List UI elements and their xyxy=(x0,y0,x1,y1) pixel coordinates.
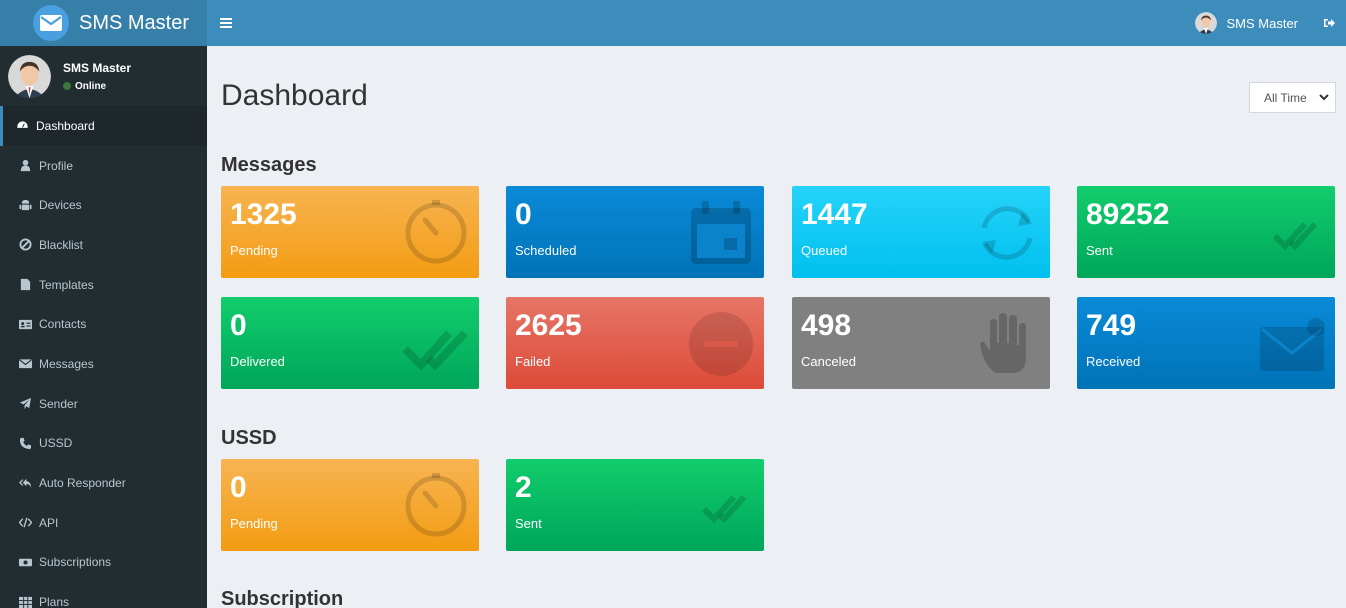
sidebar-item-subscriptions[interactable]: Subscriptions xyxy=(0,543,207,583)
hand-stop-icon xyxy=(972,309,1042,379)
sidebar-item-plans[interactable]: Plans xyxy=(0,582,207,608)
page-title: Dashboard xyxy=(221,79,368,112)
money-icon xyxy=(18,555,32,569)
phone-icon xyxy=(18,436,32,450)
stat-tile-pending[interactable]: 1325 Pending xyxy=(221,186,479,278)
sidebar-user-panel: SMS Master Online xyxy=(0,46,207,106)
subscription-section-title: Subscription xyxy=(221,588,344,608)
brand-logo[interactable]: SMS Master xyxy=(0,0,207,46)
ussd-tile-sent[interactable]: 2 Sent xyxy=(506,459,764,551)
sidebar: SMS Master Online Dashboard Profile Devi… xyxy=(0,46,207,608)
sign-out-icon[interactable] xyxy=(1312,0,1346,46)
stat-tile-scheduled[interactable]: 0 Scheduled xyxy=(506,186,764,278)
double-check-icon xyxy=(1257,198,1327,268)
sidebar-item-auto-responder[interactable]: Auto Responder xyxy=(0,463,207,503)
sidebar-item-profile[interactable]: Profile xyxy=(0,146,207,186)
paper-plane-icon xyxy=(18,397,32,411)
online-dot-icon xyxy=(63,82,71,90)
menu-toggle-icon[interactable] xyxy=(207,0,245,46)
stat-tile-queued[interactable]: 1447 Queued xyxy=(792,186,1050,278)
double-check-icon xyxy=(686,471,756,541)
stat-tile-failed[interactable]: 2625 Failed xyxy=(506,297,764,389)
chevron-down-icon xyxy=(1319,91,1329,106)
double-check-icon xyxy=(401,309,471,379)
sidebar-item-messages[interactable]: Messages xyxy=(0,344,207,384)
avatar xyxy=(8,54,51,98)
ussd-section-title: USSD xyxy=(221,427,277,449)
avatar xyxy=(1195,12,1218,34)
android-icon xyxy=(18,198,32,212)
sidebar-item-blacklist[interactable]: Blacklist xyxy=(0,225,207,265)
app-title: SMS Master xyxy=(79,11,190,34)
top-navbar: SMS Master xyxy=(207,0,1346,46)
sidebar-item-devices[interactable]: Devices xyxy=(0,185,207,225)
sidebar-item-dashboard[interactable]: Dashboard xyxy=(0,106,207,146)
sidebar-item-contacts[interactable]: Contacts xyxy=(0,304,207,344)
table-icon xyxy=(18,595,32,608)
ban-icon xyxy=(18,238,32,252)
time-range-select[interactable]: All Time xyxy=(1249,82,1336,113)
envelope-logo-icon xyxy=(33,5,69,41)
timer-icon xyxy=(401,198,471,268)
dashboard-icon xyxy=(15,119,29,133)
stat-tile-received[interactable]: 749 Received xyxy=(1077,297,1335,389)
address-card-icon xyxy=(18,317,32,331)
sidebar-item-sender[interactable]: Sender xyxy=(0,384,207,424)
calendar-icon xyxy=(686,198,756,268)
stat-tile-delivered[interactable]: 0 Delivered xyxy=(221,297,479,389)
user-icon xyxy=(18,159,32,173)
user-menu-name: SMS Master xyxy=(1226,15,1298,31)
minus-circle-icon xyxy=(686,309,756,379)
reply-all-icon xyxy=(18,476,32,490)
refresh-icon xyxy=(972,198,1042,268)
online-status: Online xyxy=(63,81,131,92)
stat-tile-canceled[interactable]: 498 Canceled xyxy=(792,297,1050,389)
sidebar-item-templates[interactable]: Templates xyxy=(0,265,207,305)
stat-tile-sent[interactable]: 89252 Sent xyxy=(1077,186,1335,278)
template-icon xyxy=(18,278,32,292)
user-menu[interactable]: SMS Master xyxy=(1181,0,1312,46)
sidebar-item-ussd[interactable]: USSD xyxy=(0,424,207,464)
timer-icon xyxy=(401,471,471,541)
code-icon xyxy=(18,516,32,530)
envelope-icon xyxy=(18,357,32,371)
sidebar-user-name: SMS Master xyxy=(63,60,132,75)
ussd-tile-pending[interactable]: 0 Pending xyxy=(221,459,479,551)
envelope-received-icon xyxy=(1257,309,1327,379)
messages-section-title: Messages xyxy=(221,154,317,176)
sidebar-item-api[interactable]: API xyxy=(0,503,207,543)
